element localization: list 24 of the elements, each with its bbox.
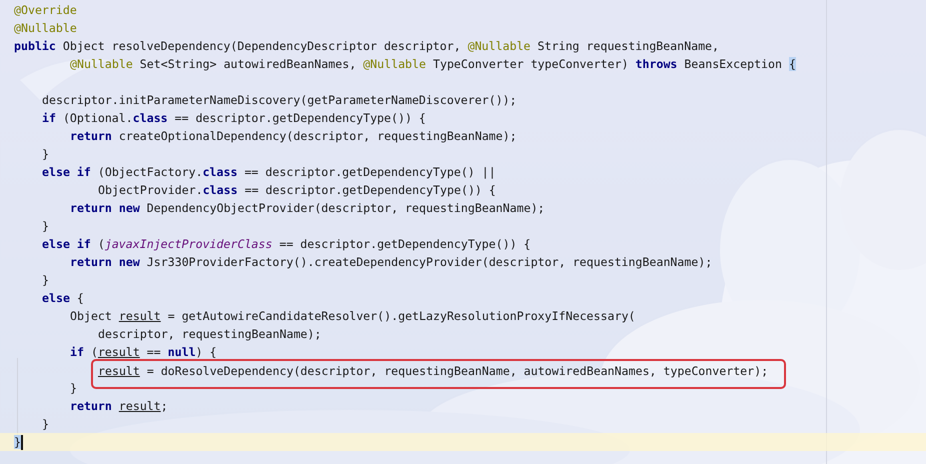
code-line: return new DependencyObjectProvider(descriptor, requestingBeanName); [70, 200, 545, 217]
code-line: return result; [70, 398, 168, 415]
code-line: if (Optional.class == descriptor.getDependencyType()) { [42, 110, 426, 127]
code-line: @Nullable [14, 20, 77, 37]
text-cursor [20, 434, 23, 450]
code-line: @Nullable Set<String> autowiredBeanNames, @Nullable TypeConverter typeConverter) throws BeansException { [70, 56, 796, 73]
code-line: else if (javaxInjectProviderClass == descriptor.getDependencyType()) { [42, 236, 531, 253]
code-line: if (result == null) { [70, 344, 217, 361]
code-line: ObjectProvider.class == descriptor.getDependencyType()) { [98, 182, 496, 199]
code-line: @Override [14, 2, 77, 19]
code-line: } [42, 416, 49, 433]
code-line: public Object resolveDependency(DependencyDescriptor descriptor, @Nullable String requestingBeanName, [14, 38, 720, 55]
code-line: return new Jsr330ProviderFactory().createDependencyProvider(descriptor, requestingBeanName); [70, 254, 712, 271]
code-line: return createOptionalDependency(descriptor, requestingBeanName); [70, 128, 517, 145]
code-line: result = doResolveDependency(descriptor, requestingBeanName, autowiredBeanNames, typeConverter); [98, 363, 768, 380]
code-line: Object result = getAutowireCandidateResolver().getLazyResolutionProxyIfNecessary( [70, 308, 636, 325]
code-line: } [70, 380, 77, 397]
code-line: } [42, 146, 49, 163]
code-line: else { [42, 290, 84, 307]
code-line: else if (ObjectFactory.class == descriptor.getDependencyType() || [42, 164, 496, 181]
code-line: descriptor, requestingBeanName); [98, 326, 322, 343]
code-line: } [42, 218, 49, 235]
code-line: descriptor.initParameterNameDiscovery(getParameterNameDiscoverer()); [42, 92, 517, 109]
code-line: } [42, 272, 49, 289]
